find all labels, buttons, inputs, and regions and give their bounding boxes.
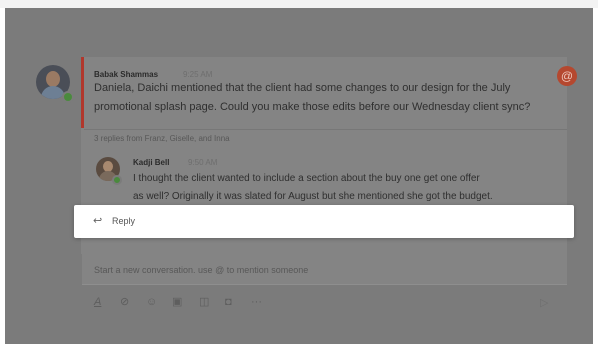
replies-summary-link[interactable]: 3 replies from Franz, Giselle, and Inna [94, 134, 230, 143]
sticker-icon[interactable]: ◫ [199, 296, 209, 308]
meet-now-icon[interactable]: ◘ [225, 296, 232, 308]
presence-dot [112, 175, 122, 185]
post-message-line2: promotional splash page. Could you make … [94, 101, 531, 113]
reply-arrow-icon: ↩ [93, 215, 103, 227]
emoji-icon[interactable]: ☺ [146, 296, 157, 308]
mention-badge: @ [557, 66, 577, 86]
reply-message-line1: I thought the client wanted to include a… [133, 173, 480, 184]
send-icon[interactable]: ▷ [540, 296, 548, 309]
reply-message-line2: as well? Originally it was slated for Au… [133, 191, 493, 202]
more-options-icon[interactable]: ··· [251, 296, 262, 308]
reply-time: 9:50 AM [188, 158, 218, 167]
format-icon[interactable]: A [94, 296, 101, 308]
reply-button[interactable] [74, 205, 574, 238]
gif-icon[interactable]: ▣ [172, 296, 182, 308]
presence-dot [62, 91, 74, 103]
post-author: Babak Shammas [94, 70, 159, 79]
reply-label: Reply [112, 216, 136, 226]
post-time: 9:25 AM [183, 70, 213, 79]
post-message-line1: Daniela, Daichi mentioned that the clien… [94, 82, 511, 94]
thread-divider [84, 129, 567, 130]
top-strip [0, 0, 598, 8]
avatar-face [46, 71, 60, 87]
attach-icon[interactable]: ⊘ [120, 296, 129, 308]
compose-placeholder: Start a new conversation. use @ to menti… [94, 265, 309, 275]
reply-author: Kadji Bell [133, 158, 170, 167]
important-accent-bar [81, 57, 84, 128]
